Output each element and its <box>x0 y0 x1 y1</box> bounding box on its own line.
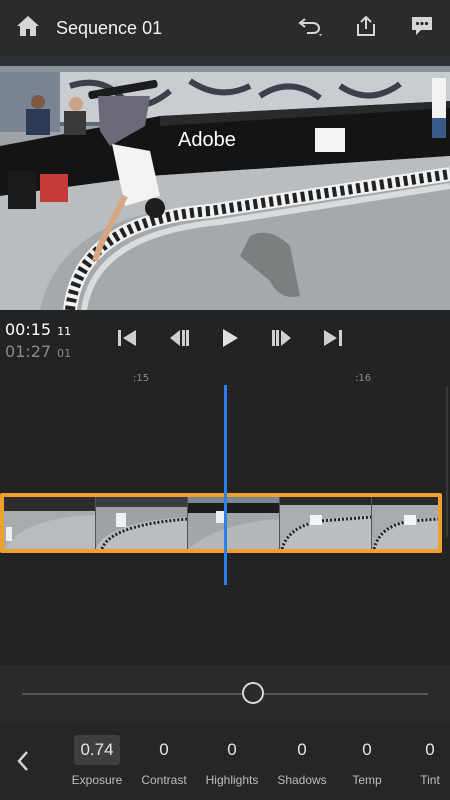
adjust-label: Tint <box>420 773 440 787</box>
adjust-temp[interactable]: 0 Temp <box>344 735 390 795</box>
adjust-exposure[interactable]: 0.74 Exposure <box>68 735 126 795</box>
timecode-display: 00:15 11 01:27 01 <box>5 320 71 364</box>
step-forward-icon <box>271 328 293 353</box>
adjust-value: 0 <box>297 740 307 759</box>
adobe-banner-text: Adobe <box>178 129 236 151</box>
adjust-label: Exposure <box>71 773 123 787</box>
current-frame: 11 <box>57 325 72 338</box>
step-back-button[interactable] <box>162 325 196 355</box>
home-button[interactable] <box>0 0 56 56</box>
clip-thumbnail <box>280 497 372 549</box>
video-preview[interactable]: Adobe <box>0 56 450 310</box>
play-button[interactable] <box>213 325 247 355</box>
home-icon <box>15 14 41 43</box>
adjust-label: Contrast <box>141 773 187 787</box>
clip-thumbnail <box>372 497 438 549</box>
comments-button[interactable] <box>394 0 450 56</box>
clip-thumbnail <box>96 497 188 549</box>
adjust-tint[interactable]: 0 Tint <box>412 735 448 795</box>
slider-thumb[interactable] <box>242 682 265 704</box>
step-forward-button[interactable] <box>265 325 299 355</box>
comment-icon <box>410 14 434 43</box>
adjust-value: 0 <box>227 740 237 759</box>
adjust-value: 0 <box>159 740 169 759</box>
skip-to-end-icon <box>322 328 344 353</box>
adjustment-slider[interactable] <box>0 665 450 723</box>
duration-frame: 01 <box>57 347 72 360</box>
undo-icon <box>296 14 324 43</box>
timeline[interactable]: :15 :16 <box>0 365 450 665</box>
current-time: 00:15 <box>5 320 52 339</box>
adjustments-bar: 0.74 Exposure 0 Contrast 0 Highlights 0 … <box>0 723 450 800</box>
transport-controls <box>110 325 350 355</box>
share-button[interactable] <box>338 0 394 56</box>
step-back-icon <box>168 328 190 353</box>
share-icon <box>354 14 378 43</box>
skip-to-start-icon <box>116 328 138 353</box>
sequence-title: Sequence 01 <box>56 17 163 38</box>
back-button[interactable] <box>8 748 38 778</box>
adjust-shadows[interactable]: 0 Shadows <box>272 735 332 795</box>
adjust-value: 0.74 <box>74 735 120 765</box>
clip-thumbnail <box>4 497 96 549</box>
app-header: Sequence 01 <box>0 0 450 56</box>
ruler-label-16: :16 <box>355 373 372 384</box>
video-clip[interactable] <box>0 493 442 553</box>
adjust-label: Temp <box>352 773 382 787</box>
timeline-scrollbar[interactable] <box>446 387 448 537</box>
skate-frame-image: Adobe <box>0 56 450 310</box>
adjust-highlights[interactable]: 0 Highlights <box>200 735 264 795</box>
chevron-left-icon <box>16 750 30 777</box>
slider-track[interactable] <box>22 693 428 695</box>
skip-to-end-button[interactable] <box>316 325 350 355</box>
adjust-value: 0 <box>425 740 435 759</box>
duration-time: 01:27 <box>5 342 52 361</box>
adjust-contrast[interactable]: 0 Contrast <box>136 735 192 795</box>
play-icon <box>220 327 240 354</box>
clip-thumbnail <box>188 497 280 549</box>
adjust-label: Shadows <box>277 773 327 787</box>
adjust-value: 0 <box>362 740 372 759</box>
ruler-label-15: :15 <box>133 373 150 384</box>
adjust-label: Highlights <box>205 773 259 787</box>
playhead[interactable] <box>224 385 227 585</box>
undo-button[interactable] <box>282 0 338 56</box>
skip-to-start-button[interactable] <box>110 325 144 355</box>
